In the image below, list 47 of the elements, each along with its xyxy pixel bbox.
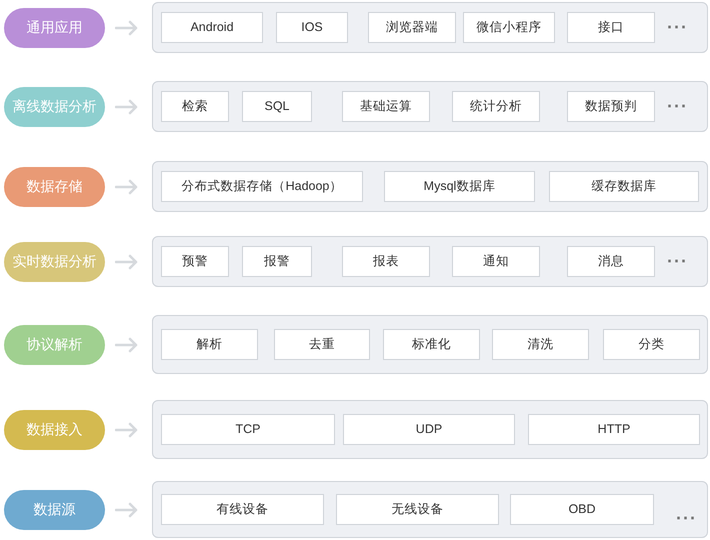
module-box: 接口 xyxy=(567,12,655,43)
module-box: 分类 xyxy=(603,329,700,360)
arrow-icon xyxy=(115,336,139,352)
module-box: 缓存数据库 xyxy=(549,171,699,202)
layer-label: 通用应用 xyxy=(4,8,105,48)
more-icon: ··· xyxy=(667,93,688,120)
module-box: 清洗 xyxy=(492,329,589,360)
arrow-icon xyxy=(115,20,139,36)
module-box: Mysql数据库 xyxy=(384,171,535,202)
module-box: Android xyxy=(161,12,263,43)
arrow-icon xyxy=(115,98,139,114)
module-box: 标准化 xyxy=(383,329,480,360)
arrow-icon xyxy=(115,178,139,194)
module-box: 解析 xyxy=(161,329,258,360)
arrow-icon xyxy=(115,254,139,270)
module-box: 分布式数据存储（Hadoop） xyxy=(161,171,363,202)
module-box: 报警 xyxy=(242,246,312,277)
more-icon: ··· xyxy=(676,505,697,532)
module-box: 浏览器端 xyxy=(368,12,456,43)
module-box: 基础运算 xyxy=(342,91,430,122)
module-box: HTTP xyxy=(528,414,700,445)
module-box: 微信小程序 xyxy=(463,12,555,43)
more-icon: ··· xyxy=(667,248,688,275)
layer-label: 协议解析 xyxy=(4,324,105,364)
arrow-icon xyxy=(115,502,139,518)
layer-label: 数据接入 xyxy=(4,410,105,450)
module-box: 报表 xyxy=(342,246,430,277)
module-box: 无线设备 xyxy=(336,494,499,525)
module-box: 检索 xyxy=(161,91,229,122)
module-box: 数据预判 xyxy=(567,91,655,122)
module-box: 有线设备 xyxy=(161,494,324,525)
module-box: 通知 xyxy=(452,246,540,277)
more-icon: ··· xyxy=(667,14,688,41)
module-box: TCP xyxy=(161,414,335,445)
layer-label: 实时数据分析 xyxy=(4,242,105,282)
module-box: IOS xyxy=(276,12,348,43)
layer-label: 数据存储 xyxy=(4,166,105,206)
module-box: OBD xyxy=(510,494,654,525)
module-box: 统计分析 xyxy=(452,91,540,122)
module-box: SQL xyxy=(242,91,312,122)
layer-label: 离线数据分析 xyxy=(4,86,105,126)
module-box: 去重 xyxy=(274,329,370,360)
module-box: 消息 xyxy=(567,246,655,277)
arrow-icon xyxy=(115,422,139,438)
layer-label: 数据源 xyxy=(4,490,105,530)
module-box: 预警 xyxy=(161,246,229,277)
module-box: UDP xyxy=(343,414,515,445)
